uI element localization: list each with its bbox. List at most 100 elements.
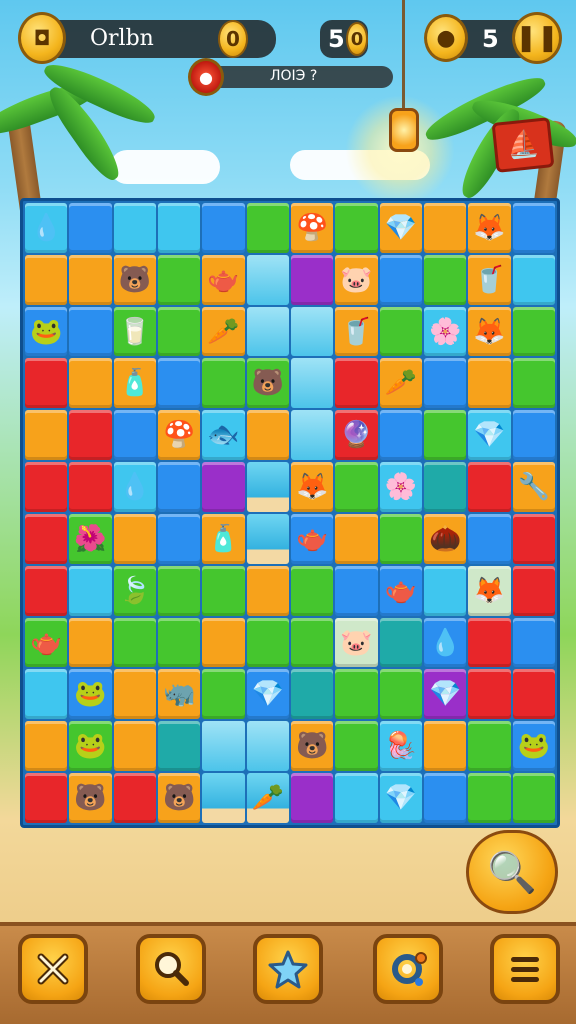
board-tile[interactable] bbox=[25, 254, 68, 305]
board-tile[interactable]: 🫖 bbox=[202, 254, 245, 305]
board-tile[interactable] bbox=[335, 203, 378, 253]
board-tile[interactable] bbox=[202, 617, 245, 668]
board-tile[interactable] bbox=[202, 358, 245, 409]
board-tile[interactable] bbox=[69, 565, 112, 616]
hint-magnifier-button[interactable]: 🔍 bbox=[466, 830, 558, 914]
board-tile[interactable] bbox=[202, 669, 245, 720]
settings-button[interactable] bbox=[373, 934, 443, 1004]
board-tile[interactable]: 🦊 bbox=[468, 306, 511, 357]
board-tile[interactable] bbox=[512, 358, 555, 409]
search-button[interactable] bbox=[136, 934, 206, 1004]
board-tile[interactable] bbox=[335, 462, 378, 512]
board-tile[interactable]: 🦊 bbox=[468, 565, 511, 616]
board-tile[interactable] bbox=[423, 203, 467, 253]
board-tile[interactable]: 💎 bbox=[423, 669, 467, 720]
board-tile[interactable]: 💎 bbox=[246, 669, 289, 720]
board-tile[interactable] bbox=[69, 462, 112, 512]
board-tile[interactable] bbox=[423, 773, 467, 823]
board-tile[interactable] bbox=[423, 721, 467, 772]
board-tile[interactable]: 🐻 bbox=[290, 721, 334, 772]
board-tile[interactable] bbox=[379, 617, 422, 668]
board-tile[interactable] bbox=[379, 513, 422, 564]
board-tile[interactable] bbox=[335, 773, 378, 823]
board-tile[interactable] bbox=[157, 617, 201, 668]
board-tile[interactable]: 🫖 bbox=[290, 513, 334, 564]
board-tile[interactable] bbox=[335, 565, 378, 616]
board-tile[interactable] bbox=[157, 513, 201, 564]
board-tile[interactable] bbox=[290, 773, 334, 823]
board-tile[interactable] bbox=[290, 617, 334, 668]
board-tile[interactable] bbox=[468, 773, 511, 823]
board-tile[interactable]: 🔧 bbox=[512, 462, 555, 512]
board-tile[interactable] bbox=[157, 565, 201, 616]
board-tile[interactable]: 💧 bbox=[25, 203, 68, 253]
board-tile[interactable] bbox=[157, 721, 201, 772]
board-tile[interactable]: 🐟 bbox=[202, 410, 245, 461]
board-tile[interactable]: 💎 bbox=[379, 773, 422, 823]
board-tile[interactable]: 🌸 bbox=[423, 306, 467, 357]
board-tile[interactable]: 🐸 bbox=[69, 721, 112, 772]
board-tile[interactable] bbox=[25, 669, 68, 720]
board-tile[interactable]: 🐷 bbox=[335, 617, 378, 668]
board-tile[interactable] bbox=[468, 462, 511, 512]
board-tile[interactable] bbox=[246, 617, 289, 668]
board-tile[interactable]: 🫖 bbox=[379, 565, 422, 616]
board-tile[interactable] bbox=[157, 462, 201, 512]
board-tile[interactable]: 🥤 bbox=[335, 306, 378, 357]
board-tile[interactable]: 🦏 bbox=[157, 669, 201, 720]
board-tile[interactable] bbox=[512, 773, 555, 823]
board-tile[interactable] bbox=[423, 462, 467, 512]
board-tile[interactable]: 🐸 bbox=[69, 669, 112, 720]
board-tile[interactable]: 🥤 bbox=[468, 254, 511, 305]
board-tile[interactable] bbox=[290, 306, 334, 357]
board-tile[interactable] bbox=[423, 565, 467, 616]
board-tile[interactable] bbox=[69, 306, 112, 357]
board-tile[interactable]: 🌰 bbox=[423, 513, 467, 564]
board-tile[interactable] bbox=[423, 254, 467, 305]
board-tile[interactable] bbox=[113, 773, 156, 823]
board-tile[interactable] bbox=[246, 306, 289, 357]
board-tile[interactable] bbox=[468, 721, 511, 772]
board-tile[interactable]: 🌸 bbox=[379, 462, 422, 512]
board-tile[interactable] bbox=[246, 410, 289, 461]
board-tile[interactable] bbox=[335, 358, 378, 409]
board-tile[interactable] bbox=[468, 669, 511, 720]
board-tile[interactable] bbox=[69, 617, 112, 668]
board-tile[interactable] bbox=[290, 669, 334, 720]
board-tile[interactable] bbox=[379, 306, 422, 357]
board-tile[interactable]: 🦊 bbox=[468, 203, 511, 253]
board-tile[interactable] bbox=[512, 669, 555, 720]
board-tile[interactable] bbox=[468, 358, 511, 409]
board-tile[interactable]: 🧴 bbox=[202, 513, 245, 564]
board-tile[interactable] bbox=[25, 721, 68, 772]
board-tile[interactable] bbox=[113, 513, 156, 564]
profile-avatar-icon[interactable]: ◘ bbox=[18, 12, 66, 64]
board-tile[interactable] bbox=[25, 565, 68, 616]
board-tile[interactable] bbox=[423, 358, 467, 409]
board-tile[interactable] bbox=[25, 462, 68, 512]
board-tile[interactable] bbox=[246, 203, 289, 253]
boost-icon[interactable]: ● bbox=[188, 58, 224, 96]
menu-button[interactable] bbox=[490, 934, 560, 1004]
board-tile[interactable]: 💎 bbox=[468, 410, 511, 461]
board-tile[interactable] bbox=[468, 617, 511, 668]
board-tile[interactable] bbox=[379, 669, 422, 720]
close-button[interactable] bbox=[18, 934, 88, 1004]
board-tile[interactable] bbox=[113, 721, 156, 772]
board-tile[interactable] bbox=[335, 669, 378, 720]
board-tile[interactable] bbox=[290, 358, 334, 409]
board-tile[interactable]: 🍄 bbox=[290, 203, 334, 253]
board-tile[interactable]: 🌺 bbox=[69, 513, 112, 564]
board-tile[interactable] bbox=[423, 410, 467, 461]
board-tile[interactable]: 🫖 bbox=[25, 617, 68, 668]
board-tile[interactable] bbox=[25, 773, 68, 823]
board-tile[interactable]: 🥕 bbox=[246, 773, 289, 823]
board-tile[interactable]: 🐷 bbox=[335, 254, 378, 305]
pause-button[interactable]: ❚❚ bbox=[512, 12, 562, 64]
favorite-button[interactable] bbox=[253, 934, 323, 1004]
board-tile[interactable] bbox=[512, 203, 555, 253]
board-tile[interactable]: 🧴 bbox=[113, 358, 156, 409]
board-tile[interactable] bbox=[468, 513, 511, 564]
board-tile[interactable] bbox=[512, 565, 555, 616]
board-tile[interactable] bbox=[202, 462, 245, 512]
